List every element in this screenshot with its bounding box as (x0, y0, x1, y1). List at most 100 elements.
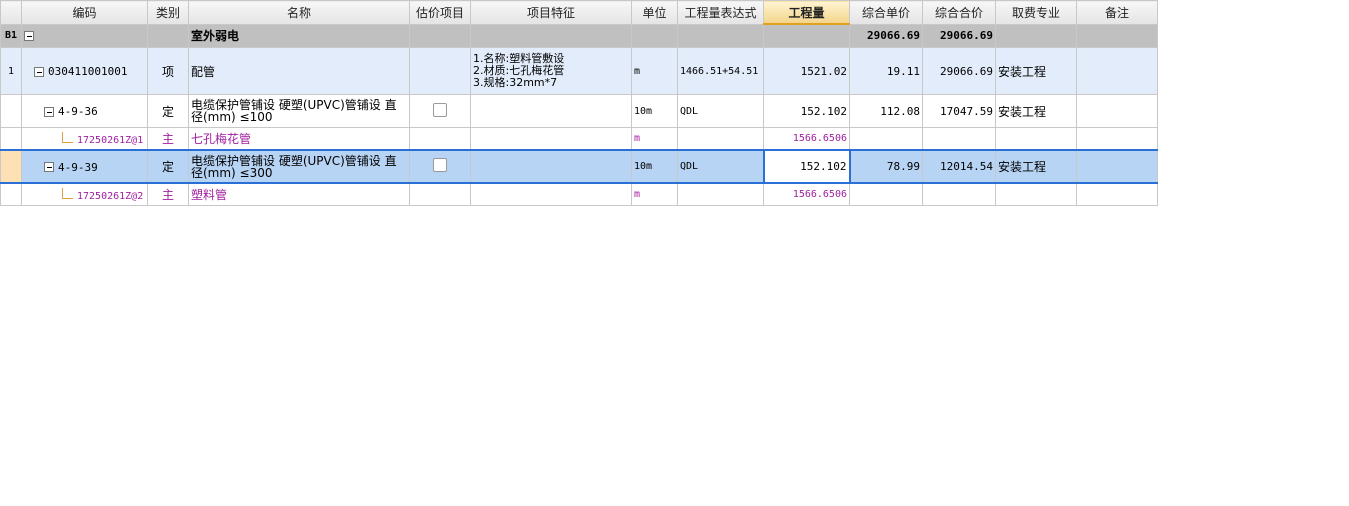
header-total-price[interactable]: 综合合价 (922, 0, 996, 25)
fee-category-cell[interactable]: 安装工程 (995, 47, 1077, 95)
header-estimate[interactable]: 估价项目 (409, 0, 471, 25)
unit-price-cell[interactable]: 78.99 (849, 149, 923, 184)
estimate-checkbox[interactable] (433, 158, 447, 172)
total-price-cell[interactable]: 17047.59 (922, 94, 996, 128)
fee-category-cell[interactable] (995, 23, 1077, 48)
expr-cell[interactable] (677, 23, 764, 48)
feature-cell[interactable] (470, 182, 632, 206)
unit-cell[interactable]: 10m (631, 94, 678, 128)
note-cell[interactable] (1076, 127, 1158, 151)
unit-cell[interactable] (631, 23, 678, 48)
name-cell[interactable]: 电缆保护管铺设 硬塑(UPVC)管铺设 直径(mm) ≤100 (188, 94, 410, 128)
name-cell[interactable]: 配管 (188, 47, 410, 95)
unit-price-cell[interactable]: 29066.69 (849, 23, 923, 48)
code-cell[interactable]: 4-9-36 (21, 94, 148, 128)
feature-cell[interactable]: 1.名称:塑料管敷设 2.材质:七孔梅花管 3.规格:32mm*7 (470, 47, 632, 95)
division-row[interactable]: B1 室外弱电 29066.69 29066.69 (0, 23, 1158, 48)
feature-cell[interactable] (470, 94, 632, 128)
type-cell[interactable] (147, 23, 189, 48)
type-cell[interactable]: 主 (147, 127, 189, 151)
qty-cell[interactable]: 1521.02 (763, 47, 850, 95)
expr-cell[interactable] (677, 182, 764, 206)
estimate-cell[interactable] (409, 23, 471, 48)
bill-grid[interactable]: 编码 类别 名称 估价项目 项目特征 单位 工程量表达式 工程量 综合单价 综合… (0, 0, 1158, 206)
header-unit[interactable]: 单位 (631, 0, 678, 25)
note-cell[interactable] (1076, 182, 1158, 206)
unit-price-cell[interactable] (849, 127, 923, 151)
header-code[interactable]: 编码 (21, 0, 148, 25)
unit-cell[interactable]: m (631, 47, 678, 95)
collapse-toggle-icon[interactable] (44, 162, 54, 172)
fee-category-cell[interactable]: 安装工程 (995, 94, 1077, 128)
unit-cell[interactable]: 10m (631, 149, 678, 184)
note-cell[interactable] (1076, 94, 1158, 128)
header-expr[interactable]: 工程量表达式 (677, 0, 764, 25)
type-cell[interactable]: 定 (147, 94, 189, 128)
qty-cell[interactable]: 152.102 (763, 94, 850, 128)
expr-cell[interactable] (677, 127, 764, 151)
type-cell[interactable]: 项 (147, 47, 189, 95)
estimate-cell[interactable] (409, 149, 471, 184)
norm-row[interactable]: 4-9-36 定 电缆保护管铺设 硬塑(UPVC)管铺设 直径(mm) ≤100… (0, 94, 1158, 128)
code-cell[interactable] (21, 23, 148, 48)
material-row[interactable]: 17250261Z@1 主 七孔梅花管 m 1566.6506 (0, 127, 1158, 151)
feature-cell[interactable] (470, 23, 632, 48)
collapse-toggle-icon[interactable] (44, 106, 54, 117)
collapse-toggle-icon[interactable] (24, 31, 34, 42)
header-fee-category[interactable]: 取费专业 (995, 0, 1077, 25)
total-price-cell[interactable]: 12014.54 (922, 149, 996, 184)
expr-cell[interactable]: 1466.51+54.51 (677, 47, 764, 95)
unit-cell[interactable]: m (631, 182, 678, 206)
name-cell[interactable]: 七孔梅花管 (188, 127, 410, 151)
header-note[interactable]: 备注 (1076, 0, 1158, 25)
total-price-cell[interactable]: 29066.69 (922, 47, 996, 95)
unit-price-cell[interactable]: 19.11 (849, 47, 923, 95)
fee-category-cell[interactable] (995, 127, 1077, 151)
fee-category-cell[interactable] (995, 182, 1077, 206)
norm-row-selected[interactable]: 4-9-39 定 电缆保护管铺设 硬塑(UPVC)管铺设 直径(mm) ≤300… (0, 149, 1158, 184)
name-cell[interactable]: 电缆保护管铺设 硬塑(UPVC)管铺设 直径(mm) ≤300 (188, 149, 410, 184)
header-name[interactable]: 名称 (188, 0, 410, 25)
name-cell[interactable]: 塑料管 (188, 182, 410, 206)
material-row[interactable]: 17250261Z@2 主 塑料管 m 1566.6506 (0, 182, 1158, 206)
code-cell[interactable]: 4-9-39 (21, 149, 148, 184)
header-type[interactable]: 类别 (147, 0, 189, 25)
unit-price-cell[interactable] (849, 182, 923, 206)
estimate-checkbox[interactable] (433, 102, 447, 117)
unit-price-cell[interactable]: 112.08 (849, 94, 923, 128)
code-cell[interactable]: 030411001001 (21, 47, 148, 95)
total-price-cell[interactable] (922, 127, 996, 151)
type-cell[interactable]: 定 (147, 149, 189, 184)
feature-cell[interactable] (470, 127, 632, 151)
total-price-cell[interactable]: 29066.69 (922, 23, 996, 48)
unit-cell[interactable]: m (631, 127, 678, 151)
expr-cell[interactable]: QDL (677, 149, 764, 184)
estimate-cell[interactable] (409, 94, 471, 128)
code-cell[interactable]: 17250261Z@2 (21, 182, 148, 206)
expr-cell[interactable]: QDL (677, 94, 764, 128)
bill-item-row[interactable]: 1 030411001001 项 配管 1.名称:塑料管敷设 2.材质:七孔梅花… (0, 47, 1158, 95)
feature-cell[interactable] (470, 149, 632, 184)
header-rownum[interactable] (0, 0, 22, 25)
qty-cell[interactable]: 1566.6506 (763, 127, 850, 151)
estimate-cell[interactable] (409, 127, 471, 151)
collapse-toggle-icon[interactable] (34, 66, 44, 77)
header-feature[interactable]: 项目特征 (470, 0, 632, 25)
total-price-cell[interactable] (922, 182, 996, 206)
type-cell[interactable]: 主 (147, 182, 189, 206)
note-cell[interactable] (1076, 47, 1158, 95)
header-qty[interactable]: 工程量 (763, 0, 850, 25)
estimate-cell[interactable] (409, 182, 471, 206)
row-number (0, 149, 22, 184)
fee-category-cell[interactable]: 安装工程 (995, 149, 1077, 184)
note-cell[interactable] (1076, 149, 1158, 184)
estimate-cell[interactable] (409, 47, 471, 95)
header-unit-price[interactable]: 综合单价 (849, 0, 923, 25)
qty-cell[interactable]: 1566.6506 (763, 182, 850, 206)
code-text: 4-9-39 (58, 160, 98, 174)
code-cell[interactable]: 17250261Z@1 (21, 127, 148, 151)
note-cell[interactable] (1076, 23, 1158, 48)
name-cell[interactable]: 室外弱电 (188, 23, 410, 48)
qty-cell[interactable] (763, 23, 850, 48)
qty-cell-active[interactable]: 152.102 (762, 149, 851, 184)
